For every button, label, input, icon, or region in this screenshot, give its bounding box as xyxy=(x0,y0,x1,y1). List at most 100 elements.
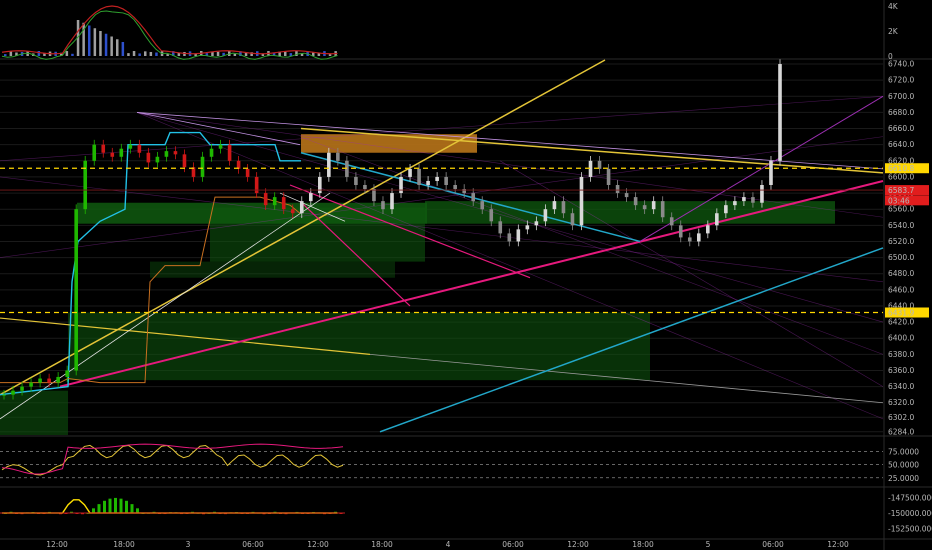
volume-bar xyxy=(116,39,119,56)
time-axis-tick: 06:00 xyxy=(242,540,264,549)
price-axis-tick: 6520.0 xyxy=(888,237,914,246)
price-candle xyxy=(318,176,322,194)
price-axis-tick: 6420.0 xyxy=(888,318,914,327)
price-candle xyxy=(327,152,331,177)
price-candle xyxy=(399,176,403,194)
histogram-axis-tick: -147500.0000 xyxy=(888,493,932,502)
price-candle xyxy=(669,217,674,226)
price-marker-label: 6583.7 xyxy=(888,186,914,195)
trading-chart[interactable]: 6740.06720.06700.06680.06660.06640.06620… xyxy=(0,0,932,550)
price-candle xyxy=(29,382,33,387)
price-candle xyxy=(408,168,412,177)
price-axis-tick: 6284.0 xyxy=(888,427,914,436)
volume-bar xyxy=(93,28,97,56)
price-candle xyxy=(453,185,457,190)
price-candle xyxy=(218,144,223,149)
histogram-signal-line xyxy=(2,499,338,514)
price-candle xyxy=(751,197,755,203)
volume-bar xyxy=(284,51,287,56)
time-axis-tick: 3 xyxy=(186,540,191,549)
price-candle xyxy=(624,193,629,198)
volume-axis-tick: 2K xyxy=(888,27,899,36)
price-candle xyxy=(696,233,701,242)
chart-stage: 6740.0 6720.0 6700.0 6680.0 6660.0 6640.0 6620… xyxy=(0,0,932,550)
price-candle xyxy=(92,144,97,161)
price-candle xyxy=(724,205,728,214)
price-axis-tick: 6400.0 xyxy=(888,334,914,343)
price-candle xyxy=(579,176,584,226)
time-axis-tick: 12:00 xyxy=(827,540,849,549)
price-candle xyxy=(272,197,277,206)
oscillator-axis-tick: 50.0000 xyxy=(888,461,919,470)
price-candle xyxy=(606,168,611,185)
volume-bar xyxy=(71,53,74,56)
volume-bar xyxy=(132,51,136,56)
price-candle xyxy=(101,144,106,153)
price-candle xyxy=(471,193,476,202)
time-axis-tick: 18:00 xyxy=(113,540,135,549)
price-candle xyxy=(660,201,665,218)
price-candle xyxy=(615,185,620,194)
price-candle xyxy=(760,185,764,203)
price-candle xyxy=(742,197,746,202)
price-candle xyxy=(498,221,503,234)
time-axis-tick: 12:00 xyxy=(46,540,68,549)
histogram-bar xyxy=(119,498,123,513)
price-candle xyxy=(390,193,394,210)
price-axis-tick: 6640.0 xyxy=(888,140,914,149)
price-candle xyxy=(633,197,638,206)
price-candle xyxy=(65,370,69,377)
time-axis-tick: 12:00 xyxy=(307,540,329,549)
oscillator-line xyxy=(1,444,344,476)
volume-bar xyxy=(138,53,141,56)
price-axis-tick: 6460.0 xyxy=(888,285,914,294)
price-candle xyxy=(417,168,421,185)
volume-bar xyxy=(155,52,158,56)
histogram-axis-tick: -152500.0000 xyxy=(888,525,932,534)
volume-bar xyxy=(233,53,237,56)
volume-bar xyxy=(4,54,7,56)
price-axis-tick: 6700.0 xyxy=(888,92,914,101)
price-axis-tick: 6302.0 xyxy=(888,413,914,422)
volume-bar xyxy=(328,54,332,56)
volume-bar xyxy=(110,36,113,56)
price-candle xyxy=(588,160,593,177)
price-candle xyxy=(308,193,313,202)
price-marker-label: 03:46 xyxy=(888,196,910,205)
price-candle xyxy=(570,213,575,226)
price-candle xyxy=(444,176,448,185)
price-candle xyxy=(706,225,710,234)
price-candle xyxy=(435,176,439,181)
volume-bar xyxy=(144,51,147,56)
price-candle xyxy=(38,378,42,383)
volume-bar xyxy=(216,51,220,56)
price-candle xyxy=(489,209,494,222)
price-marker-label: 6610.8 xyxy=(888,164,914,173)
volume-bar xyxy=(37,51,41,56)
price-candle xyxy=(651,201,656,210)
oscillator-axis-tick: 25.0000 xyxy=(888,474,919,483)
price-candle xyxy=(254,176,259,194)
price-candle xyxy=(155,156,160,163)
price-candle xyxy=(345,160,349,177)
price-candle xyxy=(480,201,485,210)
price-axis-tick: 6320.0 xyxy=(888,398,914,407)
volume-bar xyxy=(127,53,130,56)
price-candle xyxy=(110,152,115,157)
histogram-bar xyxy=(97,504,101,513)
time-axis-tick: 18:00 xyxy=(632,540,654,549)
price-candle xyxy=(290,209,295,214)
price-candle xyxy=(642,205,647,210)
price-candle xyxy=(336,152,340,161)
price-candle xyxy=(381,201,385,210)
price-axis-tick: 6500.0 xyxy=(888,253,914,262)
price-axis-tick: 6480.0 xyxy=(888,269,914,278)
price-axis-tick: 6380.0 xyxy=(888,350,914,359)
price-candle xyxy=(245,168,250,177)
price-candle xyxy=(363,185,367,190)
price-candle xyxy=(74,209,78,371)
price-candle xyxy=(354,176,358,185)
price-candle xyxy=(146,152,151,163)
price-candle xyxy=(534,221,539,226)
price-candle xyxy=(715,213,719,226)
